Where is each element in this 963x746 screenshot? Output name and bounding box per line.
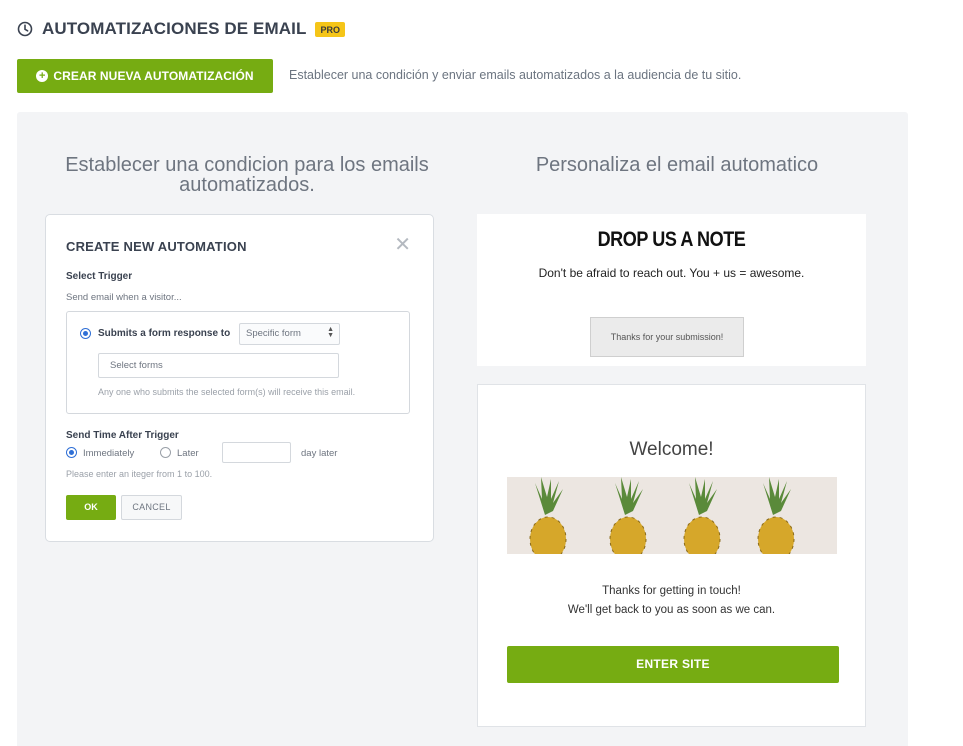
page-title: AUTOMATIZACIONES DE EMAIL — [42, 19, 307, 38]
email-preview: Welcome! Thanks for getting in touch! We… — [477, 384, 866, 727]
select-forms-input[interactable]: Select forms — [98, 353, 339, 378]
select-trigger-label: Select Trigger — [66, 271, 133, 282]
form-type-select[interactable]: Specific form ▲ ▼ — [239, 323, 340, 345]
create-automation-button[interactable]: + CREAR NUEVA AUTOMATIZACIÓN — [17, 59, 273, 93]
pro-badge: PRO — [315, 21, 345, 37]
customize-column-title: Personaliza el email automatico — [535, 154, 819, 176]
ok-button[interactable]: OK — [66, 495, 116, 520]
condition-column-title: Establecer una condicion para los emails… — [47, 155, 447, 195]
condition-title-line1: Establecer una condicion para los emails — [65, 154, 429, 176]
later-radio[interactable] — [160, 447, 171, 458]
later-label: Later — [177, 448, 199, 459]
email-message-line2: We'll get back to you as soon as we can. — [567, 604, 776, 616]
trigger-box: Submits a form response to Specific form… — [66, 311, 410, 414]
drop-note-text: Don't be afraid to reach out. You + us =… — [538, 266, 805, 280]
dialog-title: CREATE NEW AUTOMATION — [66, 239, 247, 254]
form-response-radio[interactable] — [80, 328, 91, 339]
close-icon[interactable]: ✕ — [394, 235, 411, 255]
page-header: AUTOMATIZACIONES DE EMAIL PRO — [17, 14, 345, 44]
contact-form-preview: DROP US A NOTE Don't be afraid to reach … — [477, 214, 866, 366]
day-later-label: day later — [301, 448, 338, 459]
create-automation-label: CREAR NUEVA AUTOMATIZACIÓN — [53, 69, 254, 83]
drop-note-heading: DROP US A NOTE — [597, 228, 746, 251]
select-arrows-icon: ▲ ▼ — [327, 326, 334, 339]
enter-site-button[interactable]: ENTER SITE — [507, 646, 839, 683]
submission-button[interactable]: Thanks for your submission! — [590, 317, 744, 357]
email-message: Thanks for getting in touch! We'll get b… — [478, 582, 865, 620]
pineapple-4 — [757, 477, 795, 554]
page-description: Establecer una condición y enviar emails… — [289, 68, 742, 82]
integer-hint: Please enter an iteger from 1 to 100. — [66, 469, 213, 479]
forms-hint: Any one who submits the selected form(s)… — [98, 387, 356, 397]
pineapple-3 — [683, 477, 721, 554]
email-message-line1: Thanks for getting in touch! — [602, 585, 741, 597]
form-type-value: Specific form — [246, 328, 301, 339]
pineapple-image — [507, 477, 837, 554]
welcome-heading: Welcome! — [629, 439, 714, 460]
create-automation-dialog: CREATE NEW AUTOMATION ✕ Select Trigger S… — [45, 214, 434, 542]
pineapple-2 — [609, 477, 647, 554]
immediately-label: Immediately — [83, 448, 135, 459]
immediately-radio[interactable] — [66, 447, 77, 458]
clock-icon — [17, 21, 33, 37]
send-when-text: Send email when a visitor... — [66, 292, 182, 303]
send-time-label: Send Time After Trigger — [66, 430, 179, 441]
trigger-option-label: Submits a form response to — [98, 328, 231, 339]
main-panel: Establecer una condicion para los emails… — [17, 112, 908, 746]
pineapple-1 — [529, 477, 567, 554]
cancel-button[interactable]: CANCEL — [121, 495, 182, 520]
days-input[interactable] — [222, 442, 291, 463]
condition-title-line2: automatizados. — [179, 174, 315, 196]
plus-circle-icon: + — [36, 70, 49, 82]
